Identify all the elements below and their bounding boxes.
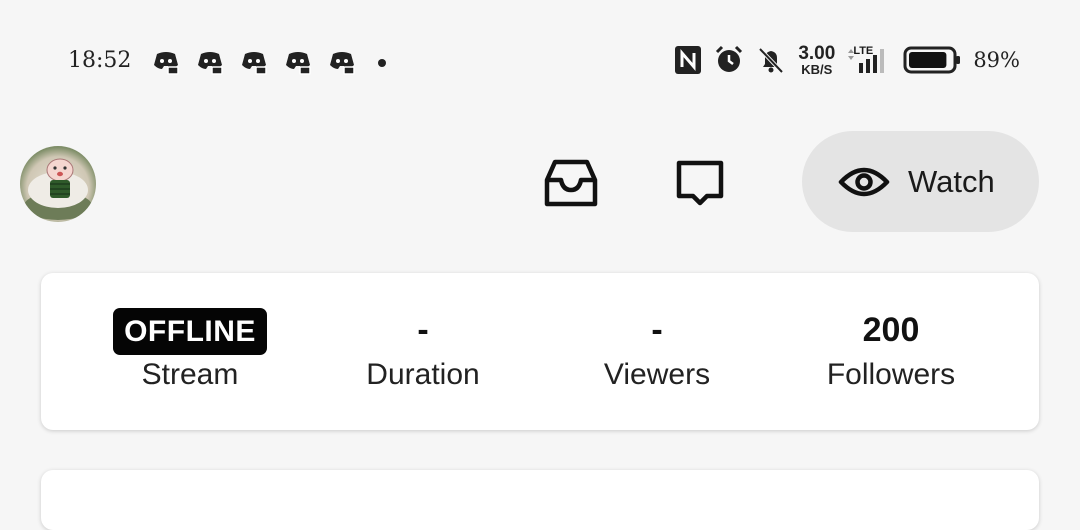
stat-duration-label: Duration xyxy=(366,358,480,391)
network-type: LTE xyxy=(853,45,874,57)
discord-icon xyxy=(198,52,223,75)
stat-stream: OFFLINE Stream xyxy=(73,307,307,392)
stream-stats-card: OFFLINE Stream - Duration - Viewers 200 … xyxy=(41,273,1039,430)
network-speed-value: 3.00 xyxy=(798,43,836,64)
stat-followers-value: 200 xyxy=(862,311,920,349)
clock: 18:52 xyxy=(68,48,132,73)
network-speed-unit: KB/S xyxy=(801,62,833,77)
watch-button-label: Watch xyxy=(908,163,995,199)
discord-icon xyxy=(154,52,179,75)
stat-viewers-value: - xyxy=(651,311,663,349)
inbox-icon xyxy=(544,159,598,207)
inbox-button[interactable] xyxy=(539,152,603,216)
stat-followers: 200 Followers xyxy=(774,307,1008,392)
network-speed: 3.00 KB/S xyxy=(798,44,835,76)
nfc-icon xyxy=(675,46,702,74)
signal-icon: LTE xyxy=(847,45,891,73)
stat-viewers-label: Viewers xyxy=(603,358,711,391)
stat-stream-value-row: OFFLINE xyxy=(73,307,307,355)
avatar-image xyxy=(24,158,92,220)
status-bar: 18:52 3.00 KB/S LTE 89% xyxy=(0,0,1080,124)
battery-percent: 89% xyxy=(973,48,1020,72)
stat-duration-value: - xyxy=(417,311,429,349)
bell-muted-icon xyxy=(758,47,784,74)
avatar[interactable] xyxy=(20,146,96,222)
battery-indicator xyxy=(903,45,961,75)
system-icons: 3.00 KB/S LTE 89% xyxy=(674,44,1020,76)
app-header: Watch xyxy=(0,124,1080,244)
eye-icon xyxy=(838,167,890,196)
whispers-button[interactable] xyxy=(668,152,732,216)
discord-icon xyxy=(286,52,311,75)
battery-icon xyxy=(903,46,961,74)
discord-icon xyxy=(330,52,355,75)
stream-status-badge: OFFLINE xyxy=(113,308,267,355)
discord-icon xyxy=(242,52,267,75)
notification-icons xyxy=(152,50,386,76)
stat-stream-label: Stream xyxy=(141,358,239,391)
alarm-icon xyxy=(716,45,743,72)
stat-followers-label: Followers xyxy=(826,358,956,391)
more-notifications-dot xyxy=(378,59,386,67)
stat-duration: - Duration xyxy=(306,307,540,392)
watch-button[interactable]: Watch xyxy=(802,131,1039,232)
stat-viewers: - Viewers xyxy=(540,307,774,392)
content-card xyxy=(41,470,1039,530)
chat-bubble-icon xyxy=(676,160,724,206)
